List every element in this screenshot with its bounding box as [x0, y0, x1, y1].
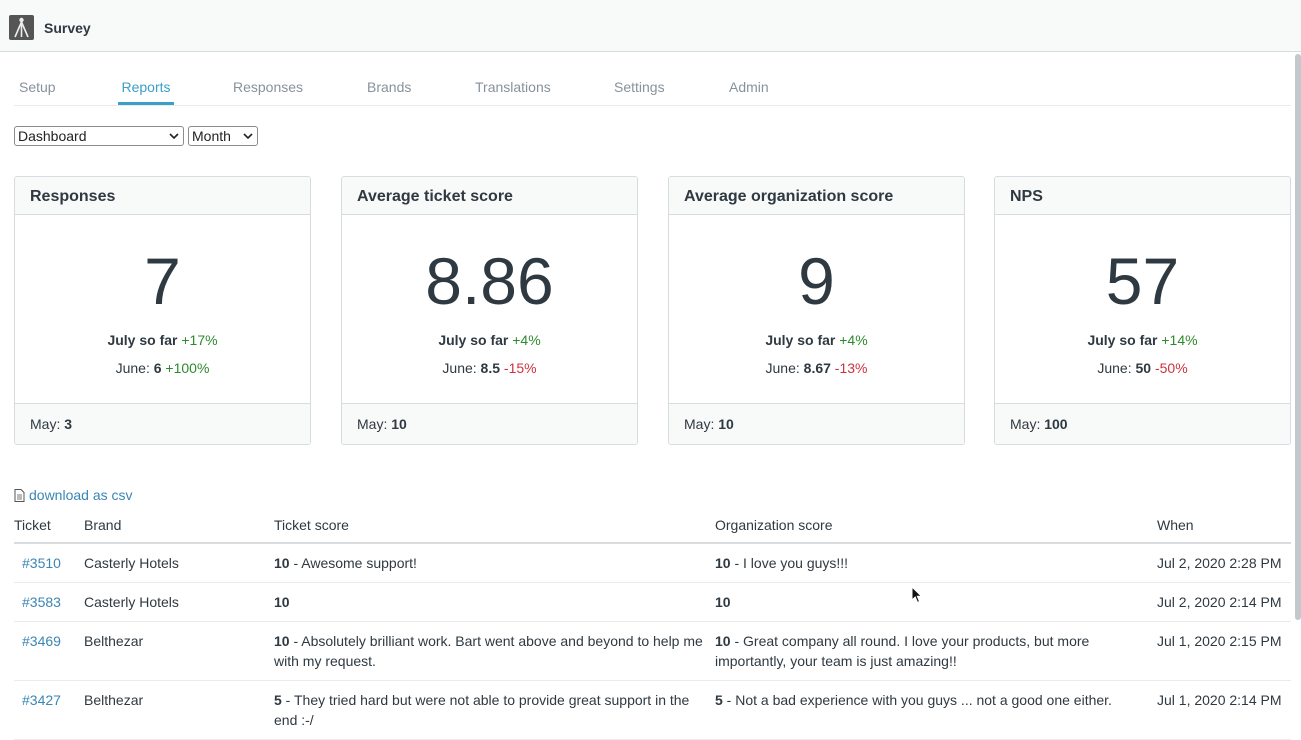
chevron-down-icon — [169, 133, 179, 140]
when-cell: Jul 2, 2020 2:28 PM — [1157, 543, 1291, 583]
ticket-score-cell: 10 — [274, 582, 715, 622]
org-score-cell: 10 - Great company all round. I love you… — [715, 621, 1157, 681]
period-select-value: Month — [192, 128, 231, 144]
avg-ticket-score-card: Average ticket score 8.86 July so far +4… — [341, 176, 638, 445]
current-period: July so far +14% — [1087, 332, 1198, 348]
app-title: Survey — [44, 20, 91, 36]
current-period: July so far +17% — [107, 332, 218, 348]
brand-cell: Casterly Hotels — [84, 543, 274, 583]
report-select[interactable]: Dashboard — [14, 126, 184, 146]
card-title: NPS — [995, 177, 1290, 215]
column-header-org-score: Organization score — [715, 508, 1157, 544]
responses-table: Ticket Brand Ticket score Organization s… — [14, 508, 1291, 740]
previous-period: June: 8.67 -13% — [765, 360, 868, 376]
when-cell: Jul 1, 2020 2:15 PM — [1157, 621, 1291, 681]
download-csv-link[interactable]: download as csv — [14, 487, 133, 503]
nps-card: NPS 57 July so far +14% June: 50 -50% Ma… — [994, 176, 1291, 445]
ticket-score-cell: 5 - They tried hard but were not able to… — [274, 680, 715, 740]
document-icon — [14, 489, 25, 502]
brand-cell: Belthezar — [84, 621, 274, 681]
table-row: #3427 Belthezar 5 - They tried hard but … — [14, 680, 1291, 740]
chevron-down-icon — [243, 133, 253, 140]
table-header-row: Ticket Brand Ticket score Organization s… — [14, 508, 1291, 544]
tab-reports[interactable]: Reports — [118, 68, 174, 105]
mouse-pointer-icon — [911, 586, 923, 604]
column-header-brand: Brand — [84, 508, 274, 544]
card-value: 7 — [144, 244, 181, 318]
card-footer: May: 100 — [995, 403, 1290, 444]
table-row: #3583 Casterly Hotels 10 10 Jul 2, 2020 … — [14, 582, 1291, 622]
card-title: Average ticket score — [342, 177, 637, 215]
tab-responses[interactable]: Responses — [233, 68, 303, 105]
tab-settings[interactable]: Settings — [614, 68, 665, 105]
table-row: #3469 Belthezar 10 - Absolutely brillian… — [14, 621, 1291, 681]
app-header: Survey — [0, 0, 1301, 52]
card-value: 57 — [1105, 244, 1180, 318]
tripod-icon[interactable] — [9, 15, 34, 40]
ticket-link[interactable]: #3469 — [22, 633, 61, 649]
card-footer: May: 10 — [669, 403, 964, 444]
avg-org-score-card: Average organization score 9 July so far… — [668, 176, 965, 445]
ticket-link[interactable]: #3427 — [22, 692, 61, 708]
column-header-ticket: Ticket — [14, 508, 84, 544]
card-value: 8.86 — [425, 244, 554, 318]
ticket-link[interactable]: #3510 — [22, 555, 61, 571]
card-value: 9 — [798, 244, 835, 318]
org-score-cell: 10 - I love you guys!!! — [715, 543, 1157, 583]
previous-period: June: 8.5 -15% — [442, 360, 537, 376]
org-score-cell: 10 — [715, 582, 1157, 622]
card-title: Responses — [15, 177, 310, 215]
scrollbar[interactable] — [1295, 54, 1301, 620]
when-cell: Jul 2, 2020 2:14 PM — [1157, 582, 1291, 622]
tab-setup[interactable]: Setup — [19, 68, 56, 105]
brand-cell: Belthezar — [84, 680, 274, 740]
responses-card: Responses 7 July so far +17% June: 6 +10… — [14, 176, 311, 445]
column-header-ticket-score: Ticket score — [274, 508, 715, 544]
brand-cell: Casterly Hotels — [84, 582, 274, 622]
org-score-cell: 5 - Not a bad experience with you guys .… — [715, 680, 1157, 740]
current-period: July so far +4% — [438, 332, 541, 348]
tab-admin[interactable]: Admin — [729, 68, 769, 105]
report-select-value: Dashboard — [18, 128, 87, 144]
ticket-link[interactable]: #3583 — [22, 594, 61, 610]
previous-period: June: 50 -50% — [1097, 360, 1188, 376]
period-select[interactable]: Month — [188, 126, 258, 146]
table-row: #3510 Casterly Hotels 10 - Awesome suppo… — [14, 543, 1291, 583]
ticket-score-cell: 10 - Awesome support! — [274, 543, 715, 583]
tab-bar: Setup Reports Responses Brands Translati… — [14, 68, 1291, 106]
when-cell: Jul 1, 2020 2:14 PM — [1157, 680, 1291, 740]
previous-period: June: 6 +100% — [115, 360, 210, 376]
download-csv-label: download as csv — [29, 487, 133, 503]
card-footer: May: 3 — [15, 403, 310, 444]
ticket-score-cell: 10 - Absolutely brilliant work. Bart wen… — [274, 621, 715, 681]
card-title: Average organization score — [669, 177, 964, 215]
tab-brands[interactable]: Brands — [367, 68, 411, 105]
tab-translations[interactable]: Translations — [475, 68, 551, 105]
current-period: July so far +4% — [765, 332, 868, 348]
card-footer: May: 10 — [342, 403, 637, 444]
column-header-when: When — [1157, 508, 1291, 544]
